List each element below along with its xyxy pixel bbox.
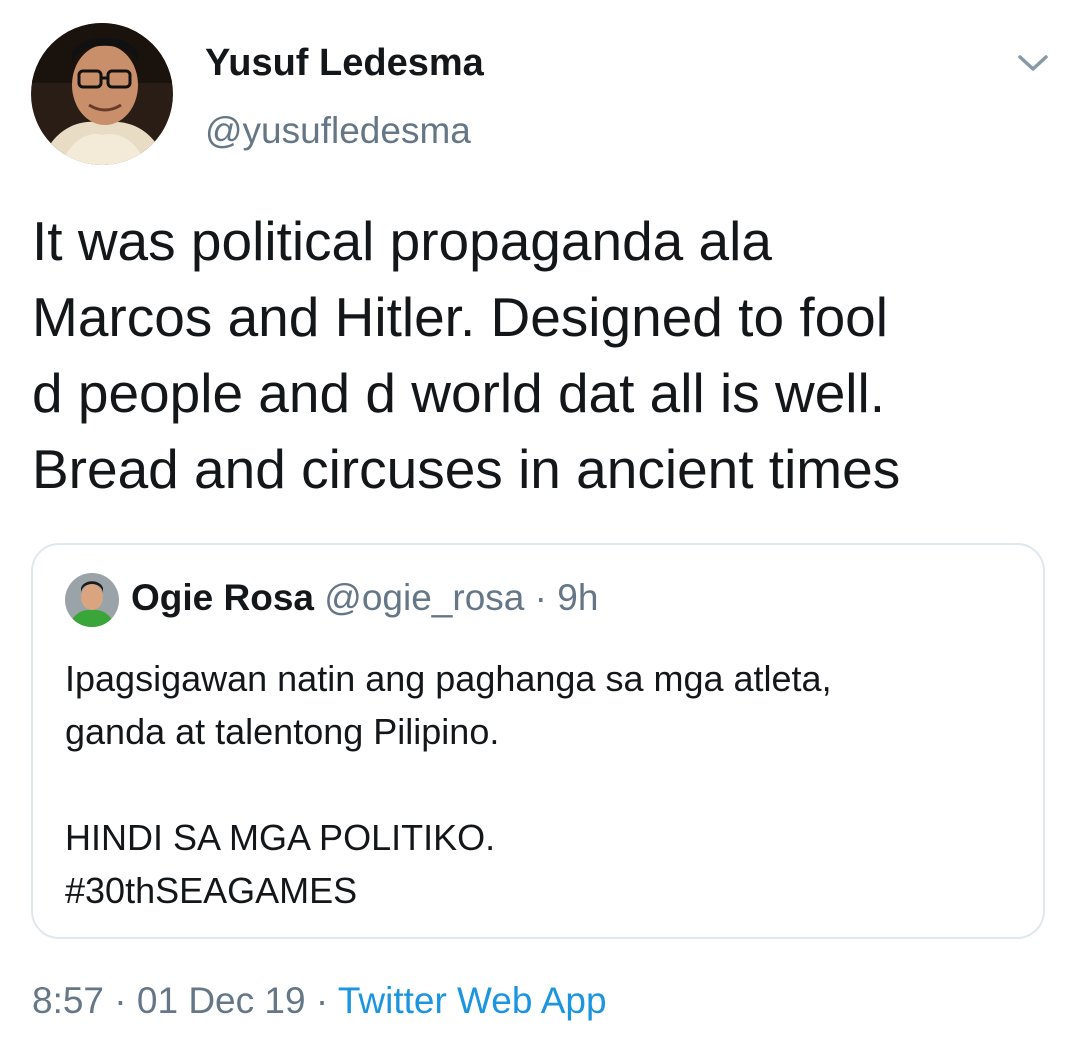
tweet-text: It was political propaganda ala Marcos a… (32, 203, 1042, 507)
quoted-hashtag[interactable]: #30thSEAGAMES (65, 864, 832, 917)
quoted-text-line (65, 758, 832, 811)
tweet-text-line: Marcos and Hitler. Designed to fool (32, 286, 888, 348)
quoted-text-line: Ipagsigawan natin ang paghanga sa mga at… (65, 658, 832, 699)
quoted-separator: · (534, 577, 547, 618)
quoted-author-avatar[interactable] (65, 573, 119, 627)
quoted-timestamp[interactable]: 9h (557, 577, 598, 618)
more-options-chevron-down-icon[interactable] (1013, 45, 1053, 81)
quoted-tweet-text: Ipagsigawan natin ang paghanga sa mga at… (65, 652, 832, 917)
quoted-tweet-card[interactable]: Ogie Rosa @ogie_rosa · 9h Ipagsigawan na… (31, 543, 1045, 939)
tweet-text-line: d people and d world dat all is well. (32, 362, 886, 424)
author-display-name[interactable]: Yusuf Ledesma (205, 40, 484, 86)
tweet-footer: 8:57 · 01 Dec 19 · Twitter Web App (32, 978, 607, 1024)
tweet-text-line: Bread and circuses in ancient times (32, 438, 901, 500)
quoted-text-line: HINDI SA MGA POLITIKO. (65, 817, 496, 858)
footer-separator: · (315, 980, 329, 1021)
quoted-author-handle[interactable]: @ogie_rosa (324, 577, 524, 618)
profile-photo-icon (65, 573, 119, 627)
footer-separator: · (114, 980, 127, 1021)
quoted-author-display-name[interactable]: Ogie Rosa (131, 577, 314, 618)
quoted-text-line: ganda at talentong Pilipino. (65, 711, 500, 752)
tweet-source-link[interactable]: Twitter Web App (338, 980, 607, 1021)
quoted-tweet-header: Ogie Rosa @ogie_rosa · 9h (131, 575, 598, 621)
tweet-date[interactable]: 01 Dec 19 (137, 980, 306, 1021)
author-handle[interactable]: @yusufledesma (205, 108, 471, 154)
author-avatar[interactable] (31, 23, 173, 165)
profile-photo-icon (31, 23, 173, 165)
tweet-text-line: It was political propaganda ala (32, 210, 772, 272)
tweet-time[interactable]: 8:57 (32, 980, 104, 1021)
